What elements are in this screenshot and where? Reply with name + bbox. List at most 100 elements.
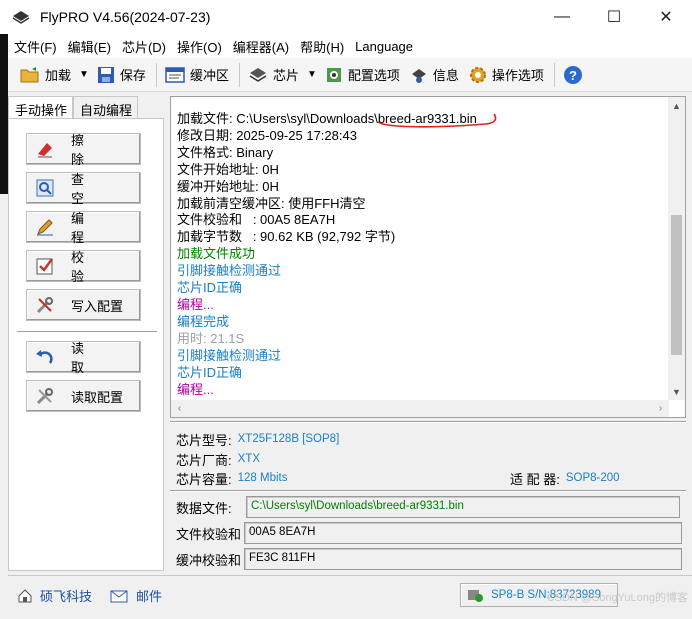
log-line: 修改日期: 2025-09-25 17:28:43 — [177, 127, 357, 143]
scroll-left-arrow-icon[interactable]: ‹ — [171, 400, 188, 417]
read-arrow-icon — [35, 347, 55, 367]
save-disk-icon — [97, 66, 114, 83]
help-button[interactable]: ? — [559, 62, 592, 88]
scroll-thumb[interactable] — [671, 215, 682, 355]
mail-icon — [110, 590, 128, 602]
buffer-checksum-label: 缓冲校验和 — [176, 552, 242, 568]
config-icon — [326, 67, 341, 82]
file-checksum-label: 文件校验和 — [176, 526, 242, 542]
log-line: 编程... — [177, 381, 214, 397]
log-line: 编程... — [177, 296, 214, 312]
section-separator — [170, 421, 686, 423]
load-dropdown-icon[interactable]: ▼ — [79, 69, 89, 80]
save-button[interactable]: 保存 — [93, 62, 150, 88]
tab-manual[interactable]: 手动操作 — [8, 96, 74, 118]
log-line: 加载字节数 : 90.62 KB (92,792 字节) — [177, 229, 396, 245]
group-separator — [17, 331, 157, 333]
log-output[interactable]: 加载文件: C:\Users\syl\Downloads\breed-ar933… — [170, 96, 686, 418]
read-config-button[interactable]: 读取配置 — [26, 380, 141, 412]
log-line: 文件开始地址: 0H — [177, 161, 279, 177]
chip-dropdown-icon[interactable]: ▼ — [307, 69, 317, 80]
program-button[interactable]: 编程 — [26, 211, 141, 245]
file-checksum-row: 文件校验和 00A5 8EA7H — [176, 522, 682, 544]
watermark: CSDN @SongYuLong的博客 — [546, 592, 688, 604]
read-button[interactable]: 读取 — [26, 341, 141, 375]
help-icon: ? — [563, 65, 582, 84]
log-line: 文件校验和 : 00A5 8EA7H — [177, 212, 336, 228]
tools-icon — [35, 386, 55, 406]
data-file-field[interactable]: C:\Users\syl\Downloads\breed-ar9331.bin — [246, 496, 680, 518]
manual-tab-body: 擦除 查空 编程 校验 写入配置 读取 读取配置 — [8, 118, 164, 571]
buffer-checksum-field[interactable]: FE3C 811FH — [244, 548, 682, 570]
close-button[interactable]: ✕ — [640, 0, 692, 34]
toolbar: 加载 ▼ 保存 缓冲区 芯片 ▼ 配置选项 信息 操作选项 ? — [8, 58, 692, 92]
app-icon — [12, 11, 30, 24]
log-line: 芯片ID正确 — [177, 280, 243, 296]
chip-button[interactable]: 芯片 — [244, 62, 303, 88]
svg-text:?: ? — [569, 68, 577, 83]
menu-bar: 文件(F) 编辑(E) 芯片(D) 操作(O) 编程器(A) 帮助(H) Lan… — [8, 34, 692, 58]
eraser-icon — [35, 139, 55, 159]
status-bar: 硕飞科技 邮件 SP8-B S/N:83723989 CSDN @SongYuL… — [8, 575, 692, 611]
toolbar-separator — [155, 62, 157, 87]
home-icon — [18, 588, 32, 602]
buffer-button[interactable]: 缓冲区 — [161, 62, 233, 88]
toolbar-separator — [238, 62, 240, 87]
log-line: 芯片ID正确 — [177, 364, 243, 380]
chip-icon — [249, 67, 267, 82]
log-vertical-scrollbar[interactable]: ▲ ▼ — [668, 97, 685, 400]
blank-check-button[interactable]: 查空 — [26, 172, 141, 206]
title-bar: FlyPRO V4.56(2024-07-23) — ☐ ✕ — [0, 0, 692, 34]
chip-capacity-value: 128 Mbits — [237, 472, 288, 484]
log-horizontal-scrollbar[interactable]: ‹ › — [171, 400, 669, 417]
window-title: FlyPRO V4.56(2024-07-23) — [40, 9, 211, 25]
log-line: 引脚接触检测通过 — [177, 263, 282, 279]
log-line: 加载前清空缓冲区: 使用FFH清空 — [177, 195, 366, 211]
tab-auto[interactable]: 自动编程 — [73, 96, 139, 118]
red-underline-annotation — [377, 113, 497, 128]
mail-link[interactable]: 邮件 — [110, 586, 162, 605]
menu-file[interactable]: 文件(F) — [14, 37, 57, 56]
section-separator — [170, 490, 686, 492]
menu-help[interactable]: 帮助(H) — [300, 37, 344, 56]
info-button[interactable]: 信息 — [406, 62, 463, 88]
data-file-label: 数据文件: — [176, 500, 232, 516]
adapter-value: SOP8-200 — [565, 472, 620, 484]
company-link[interactable]: 硕飞科技 — [18, 586, 92, 605]
menu-programmer[interactable]: 编程器(A) — [233, 37, 289, 56]
log-line: 用时: 21.1S — [177, 330, 245, 346]
pencil-icon — [35, 217, 55, 237]
chip-capacity-label: 芯片容量: — [176, 471, 232, 487]
load-button[interactable]: 加载 — [16, 62, 75, 88]
left-operation-panel: 手动操作 自动编程 擦除 查空 编程 校验 写入配置 读取 读取配置 — [8, 96, 164, 571]
log-line: 编程完成 — [177, 313, 230, 329]
buffer-icon — [165, 66, 185, 83]
log-line: 缓冲开始地址: 0H — [177, 178, 279, 194]
background-terminal-strip — [0, 34, 8, 194]
log-line: 文件格式: Binary — [177, 144, 274, 160]
load-folder-icon — [20, 66, 39, 82]
erase-button[interactable]: 擦除 — [26, 133, 141, 167]
scroll-up-arrow-icon[interactable]: ▲ — [668, 97, 685, 114]
info-icon — [411, 68, 426, 83]
checkmark-icon — [35, 256, 55, 276]
minimize-button[interactable]: — — [536, 0, 588, 34]
menu-operation[interactable]: 操作(O) — [177, 37, 222, 56]
verify-button[interactable]: 校验 — [26, 250, 141, 284]
write-config-button[interactable]: 写入配置 — [26, 289, 141, 321]
maximize-button[interactable]: ☐ — [588, 0, 640, 34]
buffer-checksum-row: 缓冲校验和 FE3C 811FH — [176, 548, 682, 570]
data-file-row: 数据文件: C:\Users\syl\Downloads\breed-ar933… — [176, 496, 680, 518]
config-options-button[interactable]: 配置选项 — [321, 62, 404, 88]
scroll-down-arrow-icon[interactable]: ▼ — [668, 383, 685, 400]
scroll-right-arrow-icon[interactable]: › — [652, 400, 669, 417]
log-text: 加载文件: C:\Users\syl\Downloads\breed-ar933… — [177, 111, 661, 398]
programmer-device-icon — [468, 590, 483, 602]
file-checksum-field[interactable]: 00A5 8EA7H — [244, 522, 682, 544]
menu-edit[interactable]: 编辑(E) — [68, 37, 111, 56]
chip-vendor-value: XTX — [237, 453, 260, 465]
menu-chip[interactable]: 芯片(D) — [122, 37, 166, 56]
menu-language[interactable]: Language — [355, 39, 413, 54]
operation-options-button[interactable]: 操作选项 — [465, 62, 548, 88]
chip-model-label: 芯片型号: — [176, 432, 232, 448]
